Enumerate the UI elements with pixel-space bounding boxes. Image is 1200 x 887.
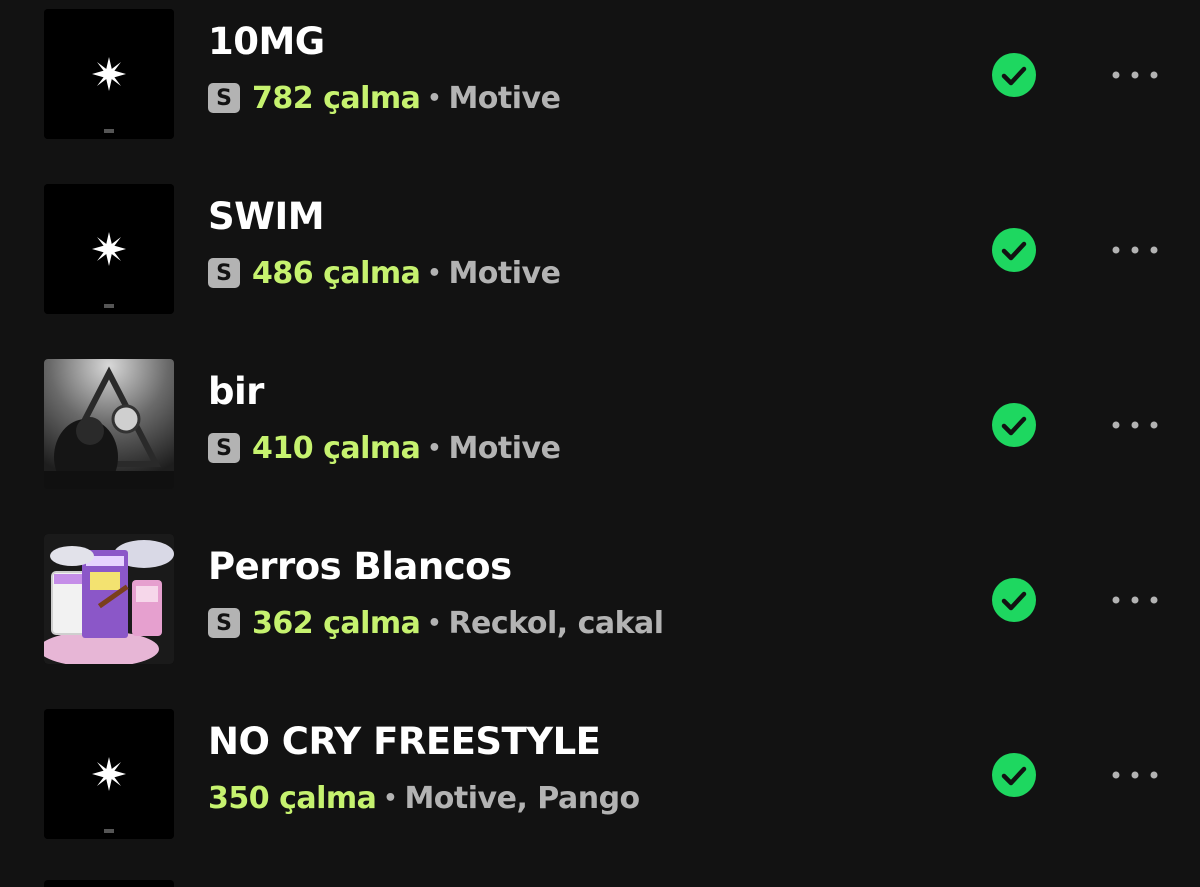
track-meta: 350 çalma • Motive, Pango (208, 778, 640, 818)
s-badge: S (208, 608, 240, 638)
separator-dot: • (427, 85, 442, 111)
check-circle-icon[interactable] (992, 403, 1036, 447)
play-count: 362 çalma (252, 605, 421, 641)
album-art (44, 534, 174, 664)
track-row[interactable]: Perros Blancos S 362 çalma • Reckol, cak… (0, 525, 1200, 700)
track-artists: Motive (448, 80, 561, 116)
track-meta: S 410 çalma • Motive (208, 428, 561, 468)
track-artists: Motive, Pango (404, 780, 640, 816)
track-title: 10MG (208, 20, 325, 63)
play-count: 782 çalma (252, 80, 421, 116)
album-art (44, 359, 174, 489)
track-row[interactable]: NO CRY FREESTYLE 350 çalma • Motive, Pan… (0, 700, 1200, 875)
more-options-icon[interactable] (1110, 585, 1160, 615)
separator-dot: • (383, 785, 398, 811)
track-meta: S 486 çalma • Motive (208, 253, 561, 293)
check-circle-icon[interactable] (992, 53, 1036, 97)
more-options-icon[interactable] (1110, 60, 1160, 90)
album-art (44, 709, 174, 839)
track-title: bir (208, 370, 264, 413)
more-options-icon[interactable] (1110, 410, 1160, 440)
track-artists: Motive (448, 255, 561, 291)
separator-dot: • (427, 435, 442, 461)
track-row[interactable]: SWIM S 486 çalma • Motive (0, 175, 1200, 350)
play-count: 410 çalma (252, 430, 421, 466)
star-art-icon (44, 184, 174, 314)
track-row[interactable]: bir S 410 çalma • Motive (0, 350, 1200, 525)
more-options-icon[interactable] (1110, 760, 1160, 790)
play-count: 350 çalma (208, 780, 377, 816)
more-options-icon[interactable] (1110, 235, 1160, 265)
collage-art-icon (44, 534, 174, 664)
photo-art-icon (44, 359, 174, 489)
track-row[interactable]: 10MG S 782 çalma • Motive (0, 0, 1200, 175)
separator-dot: • (427, 260, 442, 286)
s-badge: S (208, 258, 240, 288)
check-circle-icon[interactable] (992, 228, 1036, 272)
star-art-icon (44, 709, 174, 839)
track-title: Perros Blancos (208, 545, 512, 588)
s-badge: S (208, 83, 240, 113)
album-art (44, 184, 174, 314)
track-list: 10MG S 782 çalma • Motive SWIM S 486 çal… (0, 0, 1200, 887)
next-album-art-peek (44, 880, 174, 887)
track-title: SWIM (208, 195, 325, 238)
check-circle-icon[interactable] (992, 753, 1036, 797)
track-meta: S 362 çalma • Reckol, cakal (208, 603, 664, 643)
s-badge: S (208, 433, 240, 463)
track-title: NO CRY FREESTYLE (208, 720, 601, 763)
album-art (44, 9, 174, 139)
track-artists: Reckol, cakal (448, 605, 664, 641)
separator-dot: • (427, 610, 442, 636)
track-meta: S 782 çalma • Motive (208, 78, 561, 118)
star-art-icon (44, 9, 174, 139)
track-artists: Motive (448, 430, 561, 466)
check-circle-icon[interactable] (992, 578, 1036, 622)
play-count: 486 çalma (252, 255, 421, 291)
